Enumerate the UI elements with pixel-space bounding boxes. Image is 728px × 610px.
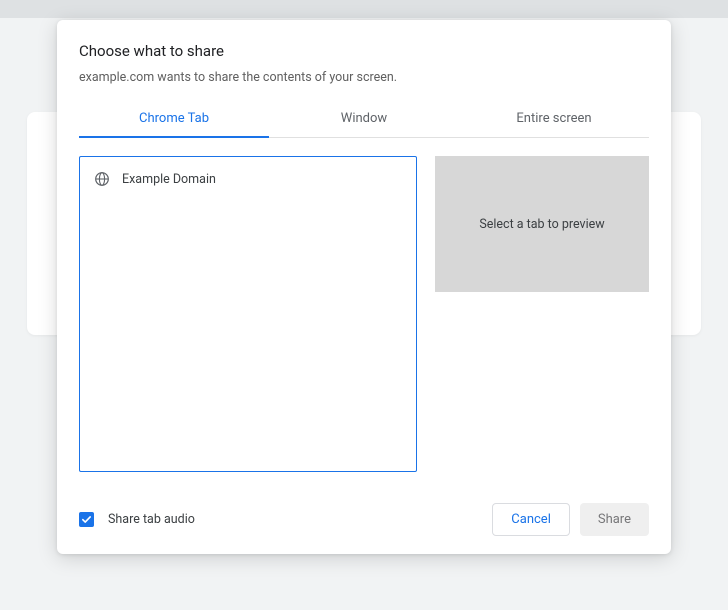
share-button[interactable]: Share [580,503,649,536]
dialog-title: Choose what to share [79,42,649,60]
cancel-button[interactable]: Cancel [492,503,570,536]
tab-label: Window [341,111,387,126]
tab-chrome-tab[interactable]: Chrome Tab [79,101,269,137]
tab-list[interactable]: Example Domain [79,156,417,472]
share-audio-label: Share tab audio [108,512,195,527]
dialog-buttons: Cancel Share [492,503,649,536]
share-audio-checkbox[interactable] [79,512,94,527]
preview-placeholder: Select a tab to preview [479,217,604,232]
dialog-footer: Share tab audio Cancel Share [79,503,649,536]
tab-label: Entire screen [516,111,591,126]
tab-entire-screen[interactable]: Entire screen [459,101,649,137]
share-dialog: Choose what to share example.com wants t… [57,20,671,554]
tab-label: Chrome Tab [139,111,209,126]
tab-list-item[interactable]: Example Domain [80,165,416,193]
browser-top-bar [0,0,728,18]
content-row: Example Domain Select a tab to preview [79,156,649,483]
share-audio-row: Share tab audio [79,512,195,527]
tab-list-item-label: Example Domain [122,172,216,187]
tab-window[interactable]: Window [269,101,459,137]
source-tabs: Chrome Tab Window Entire screen [79,101,649,138]
preview-pane: Select a tab to preview [435,156,649,292]
globe-icon [94,171,110,187]
dialog-subtitle: example.com wants to share the contents … [79,70,649,85]
